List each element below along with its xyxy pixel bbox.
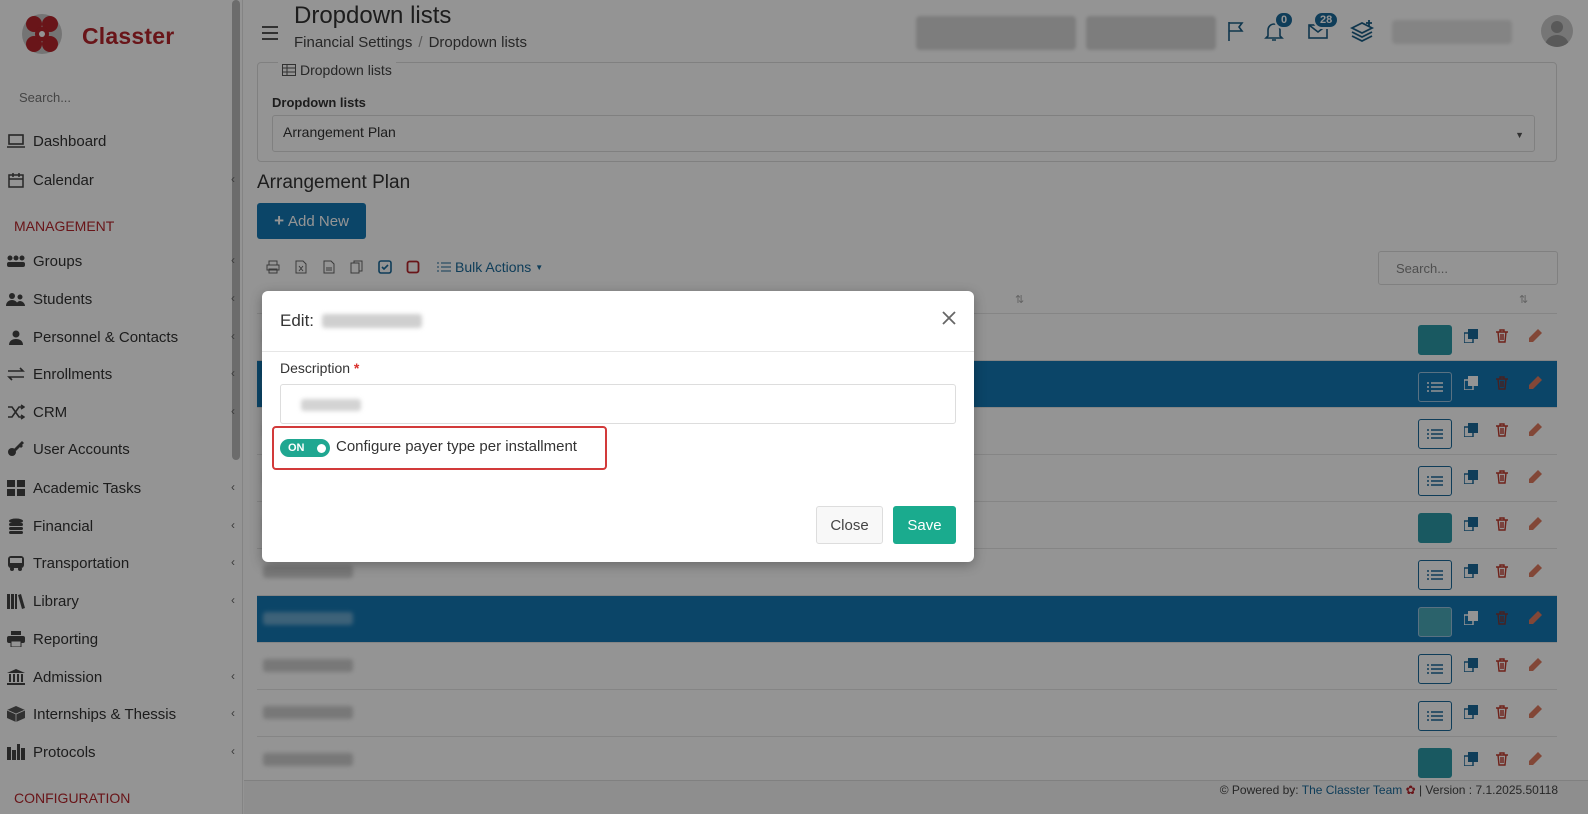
toggle-state-label: ON <box>288 442 305 454</box>
save-button[interactable]: Save <box>893 506 956 544</box>
toggle-knob <box>317 444 326 453</box>
payer-type-toggle[interactable]: ON <box>280 439 330 457</box>
description-label-text: Description <box>280 360 351 376</box>
description-field[interactable] <box>280 384 956 424</box>
modal-divider <box>262 351 974 352</box>
required-mark: * <box>353 360 360 376</box>
payer-type-toggle-label: Configure payer type per installment <box>336 438 577 455</box>
blurred-record-name <box>322 314 423 328</box>
close-icon[interactable] <box>940 309 958 327</box>
blurred-description-value <box>301 399 361 411</box>
modal-title: Edit: <box>280 311 423 331</box>
edit-modal: Edit: Description * ON Configure payer t… <box>262 291 974 562</box>
close-button[interactable]: Close <box>816 506 883 544</box>
modal-title-prefix: Edit: <box>280 311 315 330</box>
description-label: Description * <box>280 360 359 376</box>
